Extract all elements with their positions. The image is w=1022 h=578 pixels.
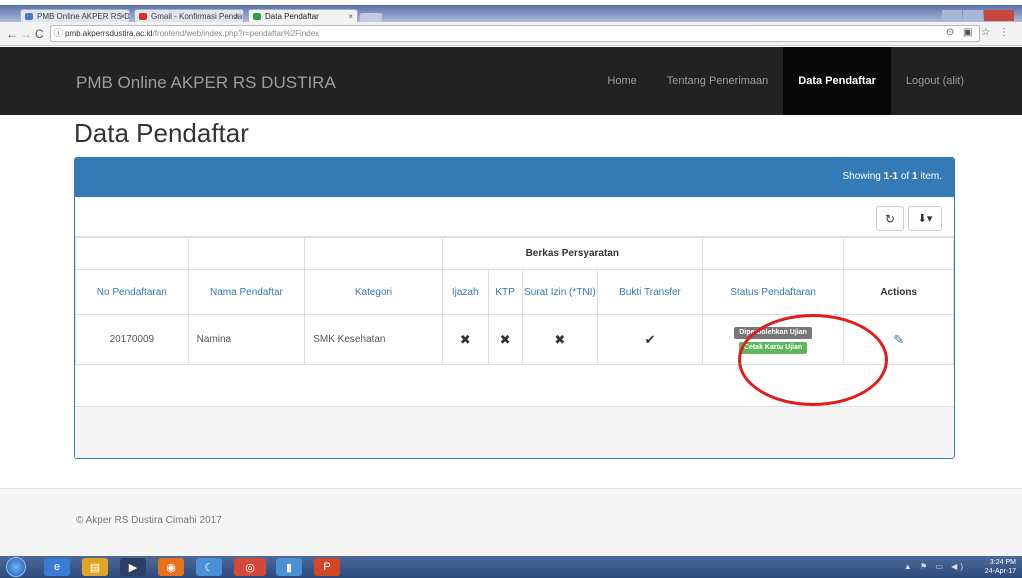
tab-favicon-icon — [139, 13, 147, 20]
tab-label: Gmail - Konfirmasi Pendaftaran — [151, 12, 243, 21]
cell-ktp: ✖ — [487, 314, 523, 365]
empty-header-cell — [701, 237, 845, 270]
summary-mid: of — [898, 171, 912, 182]
url-input[interactable]: ⓘ pmb.akperrsdustira.ac.id/frontend/web/… — [50, 25, 980, 42]
start-button[interactable] — [6, 557, 26, 577]
new-tab-button[interactable] — [360, 13, 382, 22]
nav-tentang-penerimaan[interactable]: Tentang Penerimaan — [652, 47, 784, 115]
cell-nama-pendaftar: Namina — [187, 314, 306, 365]
clock-time: 3:24 PM — [989, 559, 1016, 566]
col-surat-izin[interactable]: Surat Izin (*TNI) — [521, 269, 599, 315]
maximize-button[interactable] — [963, 10, 983, 21]
col-ijazah[interactable]: Ijazah — [441, 269, 489, 315]
info-icon[interactable]: ⓘ — [54, 26, 63, 41]
window-controls — [942, 10, 1014, 21]
col-ktp[interactable]: KTP — [487, 269, 523, 315]
cell-no-pendaftaran: 20170009 — [75, 314, 189, 365]
cell-bukti-transfer: ✔ — [597, 314, 703, 365]
extension-icons[interactable]: ⊙ ▣ ☆ ⋮ — [946, 27, 1012, 38]
cross-icon: ✖ — [459, 331, 471, 347]
browser-tab[interactable]: PMB Online AKPER RS DUSTIRA × — [20, 9, 130, 22]
empty-header-cell — [75, 237, 189, 270]
refresh-icon: ↻ — [884, 211, 896, 226]
cell-kategori: SMK Kesehatan — [304, 314, 443, 365]
grid-panel: Showing 1-1 of 1 item. ↻ ⬇▾ Berkas Persy… — [74, 157, 955, 459]
tab-close-icon[interactable]: × — [234, 10, 239, 22]
col-kategori[interactable]: Kategori — [304, 269, 443, 315]
navbar-brand[interactable]: PMB Online AKPER RS DUSTIRA — [76, 73, 336, 93]
cross-icon: ✖ — [554, 331, 566, 347]
back-button[interactable]: ← — [6, 27, 18, 41]
empty-header-cell — [843, 237, 954, 270]
app-taskbar-icon[interactable]: ☾ — [196, 558, 222, 576]
browser-toolbar: ← → C ⓘ pmb.akperrsdustira.ac.id/fronten… — [0, 22, 1022, 46]
export-button[interactable]: ⬇▾ — [908, 206, 942, 231]
browser-tab[interactable]: Gmail - Konfirmasi Pendaftaran × — [134, 9, 244, 22]
summary-range: 1-1 — [883, 171, 899, 182]
explorer-taskbar-icon[interactable]: ▤ — [82, 558, 108, 576]
nav-logout[interactable]: Logout (alit) — [891, 47, 1022, 115]
url-host: pmb.akperrsdustira.ac.id — [65, 29, 153, 38]
close-window-button[interactable] — [984, 10, 1014, 21]
refresh-button[interactable]: ↻ — [876, 206, 904, 231]
media-player-taskbar-icon[interactable]: ▶ — [120, 558, 146, 576]
minimize-button[interactable] — [942, 10, 962, 21]
nav-home[interactable]: Home — [592, 47, 651, 115]
col-nama-pendaftar[interactable]: Nama Pendaftar — [187, 269, 306, 315]
cross-icon: ✖ — [499, 331, 511, 347]
clock[interactable]: 3:24 PM 24-Apr-17 — [985, 558, 1016, 576]
empty-header-cell — [187, 237, 306, 270]
empty-header-cell — [304, 237, 443, 270]
tab-favicon-icon — [253, 13, 261, 20]
forward-button[interactable]: → — [20, 27, 32, 41]
berkas-persyaratan-header: Berkas Persyaratan — [441, 237, 703, 270]
tab-label: Data Pendaftar — [265, 12, 319, 21]
browser-tabstrip: PMB Online AKPER RS DUSTIRA × Gmail - Ko… — [0, 5, 1022, 22]
word-taskbar-icon[interactable]: ▮ — [276, 558, 302, 576]
tab-favicon-icon — [25, 13, 33, 20]
clock-date: 24-Apr-17 — [984, 568, 1016, 575]
summary-suffix: item. — [917, 171, 942, 182]
tab-close-icon[interactable]: × — [348, 10, 353, 22]
col-bukti-transfer[interactable]: Bukti Transfer — [597, 269, 703, 315]
col-actions: Actions — [843, 269, 954, 315]
annotation-circle — [738, 314, 888, 406]
group-header-row: Berkas Persyaratan — [75, 237, 954, 270]
edit-pencil-icon[interactable]: ✎ — [893, 332, 904, 347]
powerpoint-taskbar-icon[interactable]: P — [314, 558, 340, 576]
cell-ijazah: ✖ — [441, 314, 489, 365]
nav-links: Home Tentang Penerimaan Data Pendaftar L… — [592, 47, 1022, 115]
tab-label: PMB Online AKPER RS DUSTIRA — [37, 12, 130, 21]
grid-summary: Showing 1-1 of 1 item. — [842, 171, 942, 182]
col-no-pendaftaran[interactable]: No Pendaftaran — [75, 269, 189, 315]
check-icon: ✔ — [644, 331, 656, 347]
panel-heading: Showing 1-1 of 1 item. — [75, 158, 954, 197]
chrome-taskbar-icon[interactable]: ◎ — [234, 558, 266, 576]
reload-button[interactable]: C — [35, 27, 44, 41]
summary-prefix: Showing — [842, 171, 884, 182]
firefox-taskbar-icon[interactable]: ◉ — [158, 558, 184, 576]
browser-tab-active[interactable]: Data Pendaftar × — [248, 9, 358, 22]
col-status-pendaftaran[interactable]: Status Pendaftaran — [701, 269, 845, 315]
page-footer: © Akper RS Dustira Cimahi 2017 — [0, 488, 1022, 556]
ie-taskbar-icon[interactable]: e — [44, 558, 70, 576]
column-header-row: No Pendaftaran Nama Pendaftar Kategori I… — [75, 269, 954, 315]
tab-close-icon[interactable]: × — [120, 10, 125, 22]
export-icon: ⬇▾ — [917, 213, 933, 225]
grid-toolbar: ↻ ⬇▾ — [75, 197, 954, 237]
copyright-text: © Akper RS Dustira Cimahi 2017 — [76, 515, 222, 526]
nav-data-pendaftar[interactable]: Data Pendaftar — [783, 47, 891, 115]
os-taskbar: e ▤ ▶ ◉ ☾ ◎ ▮ P ▲ ⚑ ▭ ◀) 3:24 PM 24-Apr-… — [0, 556, 1022, 578]
cell-surat-izin: ✖ — [521, 314, 599, 365]
page-title: Data Pendaftar — [74, 118, 249, 148]
panel-footer — [75, 406, 954, 458]
site-navbar: PMB Online AKPER RS DUSTIRA Home Tentang… — [0, 47, 1022, 115]
system-tray-icons[interactable]: ▲ ⚑ ▭ ◀) — [904, 562, 966, 571]
url-path: /frontend/web/index.php?r=pendaftar%2Fin… — [152, 29, 320, 38]
